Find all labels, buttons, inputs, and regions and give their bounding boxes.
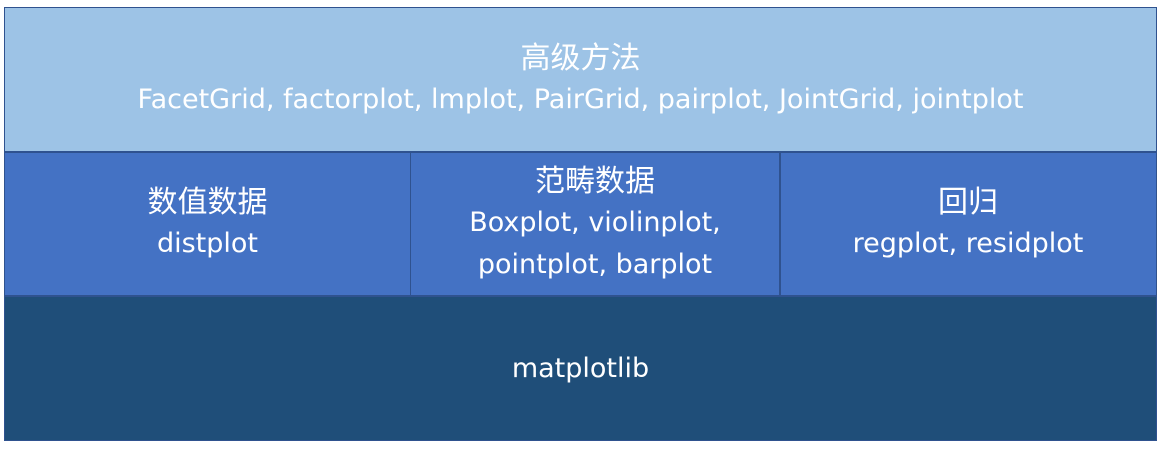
layer-stack-diagram: 高级方法 FacetGrid, factorplot, lmplot, Pair… [4,7,1157,441]
numeric-data-functions: distplot [156,228,259,259]
advanced-methods-functions: FacetGrid, factorplot, lmplot, PairGrid,… [137,83,1024,115]
categorical-data-cell: 范畴数据 Boxplot, violinplot, pointplot, bar… [409,152,781,296]
plot-types-layer: 数值数据 distplot 范畴数据 Boxplot, violinplot, … [4,152,1157,296]
regression-cell: 回归 regplot, residplot [779,152,1157,296]
matplotlib-layer: matplotlib [4,296,1157,441]
advanced-methods-layer: 高级方法 FacetGrid, factorplot, lmplot, Pair… [4,7,1157,152]
regression-title: 回归 [938,185,998,220]
numeric-data-title: 数值数据 [147,185,268,220]
advanced-methods-title: 高级方法 [520,40,641,76]
matplotlib-label: matplotlib [511,352,650,384]
numeric-data-cell: 数值数据 distplot [4,152,411,296]
regression-functions: regplot, residplot [852,228,1084,259]
categorical-data-functions: Boxplot, violinplot, pointplot, barplot [469,207,721,280]
categorical-data-title: 范畴数据 [535,164,655,199]
